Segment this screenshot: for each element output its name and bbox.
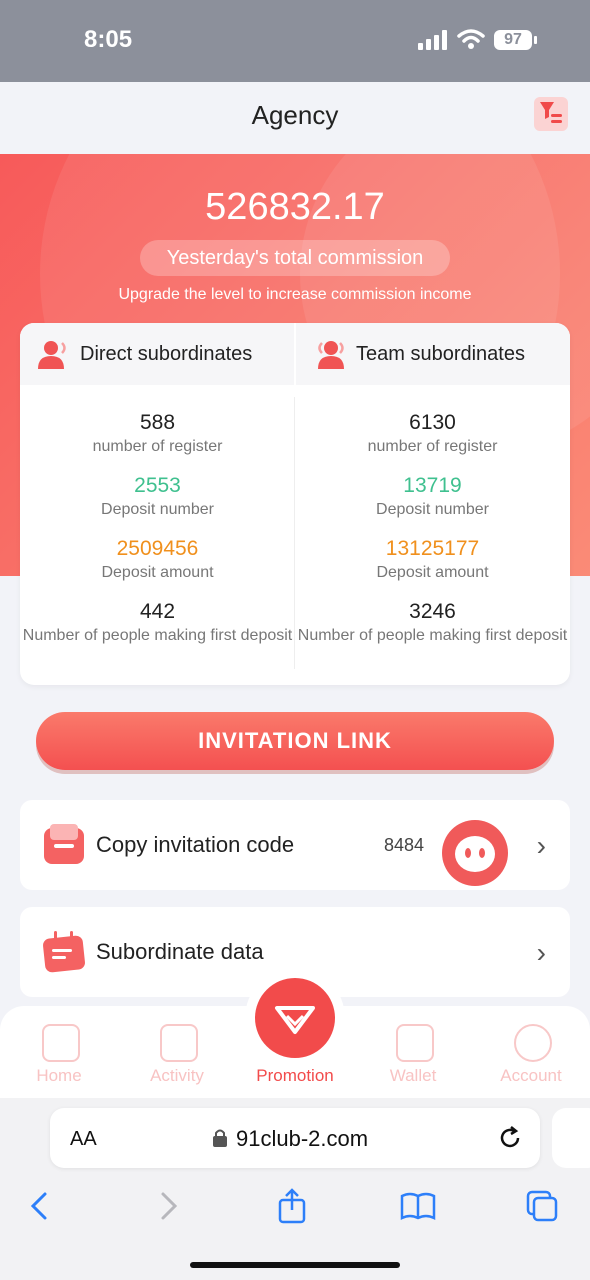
stat-value: 2509456 <box>116 537 199 560</box>
direct-first-deposit-stat: 442 Number of people making first deposi… <box>20 600 295 647</box>
battery-indicator: 97 <box>494 30 532 50</box>
copy-code-label: Copy invitation code <box>96 832 295 857</box>
team-first-deposit-stat: 3246 Number of people making first depos… <box>295 600 570 647</box>
team-subordinates-title: Team subordinates <box>356 343 525 365</box>
chevron-right-icon: › <box>536 937 546 968</box>
reload-icon[interactable] <box>496 1124 524 1152</box>
home-indicator <box>190 1262 400 1268</box>
direct-subordinates-header[interactable]: Direct subordinates <box>20 323 294 385</box>
team-deposit-amount-stat: 13125177 Deposit amount <box>295 537 570 584</box>
stat-label: Number of people making first deposit <box>297 627 568 644</box>
page-title: Agency <box>251 100 339 130</box>
stat-label: Deposit amount <box>101 564 214 581</box>
upgrade-note: Upgrade the level to increase commission… <box>118 286 472 303</box>
stat-value: 588 <box>139 411 176 434</box>
stat-value: 6130 <box>409 411 456 434</box>
signal-icon <box>418 30 447 50</box>
team-deposit-number-stat: 13719 Deposit number <box>295 474 570 521</box>
direct-deposit-amount-stat: 2509456 Deposit amount <box>20 537 295 584</box>
share-icon[interactable] <box>272 1186 312 1226</box>
direct-subordinates-title: Direct subordinates <box>80 343 253 365</box>
team-subordinates-header[interactable]: Team subordinates <box>296 323 570 385</box>
subordinates-card: Direct subordinates Team subordinates 58… <box>20 323 570 685</box>
stat-value: 13719 <box>403 474 462 497</box>
stat-value: 13125177 <box>385 537 480 560</box>
lock-icon <box>213 1129 227 1147</box>
invitation-link-button[interactable]: INVITATION LINK <box>36 712 554 770</box>
commission-amount: 526832.17 <box>205 186 385 228</box>
tabs-icon[interactable] <box>522 1186 562 1226</box>
stat-value: 2553 <box>134 474 181 497</box>
stat-label: number of register <box>92 438 223 455</box>
person-icon <box>38 341 66 369</box>
chevron-right-icon: › <box>536 830 546 861</box>
calendar-icon <box>43 931 85 973</box>
chat-icon <box>455 836 495 872</box>
tab-activity[interactable]: Activity <box>118 1066 236 1086</box>
ticket-icon <box>44 824 84 864</box>
stat-label: Deposit number <box>376 501 489 518</box>
diamond-icon <box>275 1006 315 1034</box>
commission-label: Yesterday's total commission <box>140 240 450 276</box>
status-time: 8:05 <box>84 26 133 53</box>
stat-label: Deposit amount <box>376 564 489 581</box>
url-text: 91club-2.com <box>236 1126 369 1151</box>
reader-settings-button[interactable]: AA <box>70 1128 97 1151</box>
invitation-code: 8484 <box>384 835 425 855</box>
back-icon[interactable] <box>20 1186 60 1226</box>
tab-wallet[interactable]: Wallet <box>354 1066 472 1086</box>
column-divider <box>294 397 295 669</box>
wallet-icon <box>396 1024 434 1062</box>
promotion-tab-button[interactable] <box>255 978 335 1058</box>
direct-deposit-number-stat: 2553 Deposit number <box>20 474 295 521</box>
filter-icon <box>540 102 562 123</box>
book-icon[interactable] <box>398 1186 438 1226</box>
person-icon <box>318 341 344 369</box>
tab-account[interactable]: Account <box>472 1066 590 1086</box>
stat-label: number of register <box>367 438 498 455</box>
next-tab-preview[interactable] <box>552 1108 590 1168</box>
filter-button[interactable] <box>534 97 568 131</box>
battery-cap <box>534 36 537 44</box>
stat-label: Number of people making first deposit <box>22 627 293 644</box>
stat-label: Deposit number <box>101 501 214 518</box>
subordinate-data-label: Subordinate data <box>96 939 264 964</box>
wifi-icon <box>457 29 485 49</box>
stat-value: 442 <box>139 600 176 623</box>
chat-support-button[interactable] <box>442 820 508 886</box>
direct-register-stat: 588 number of register <box>20 411 295 458</box>
tab-promotion[interactable]: Promotion <box>236 1066 354 1086</box>
tab-home[interactable]: Home <box>0 1066 118 1086</box>
team-register-stat: 6130 number of register <box>295 411 570 458</box>
bag-icon <box>160 1024 198 1062</box>
stat-value: 3246 <box>409 600 456 623</box>
account-icon <box>514 1024 552 1062</box>
forward-icon[interactable] <box>148 1186 188 1226</box>
home-icon <box>42 1024 80 1062</box>
